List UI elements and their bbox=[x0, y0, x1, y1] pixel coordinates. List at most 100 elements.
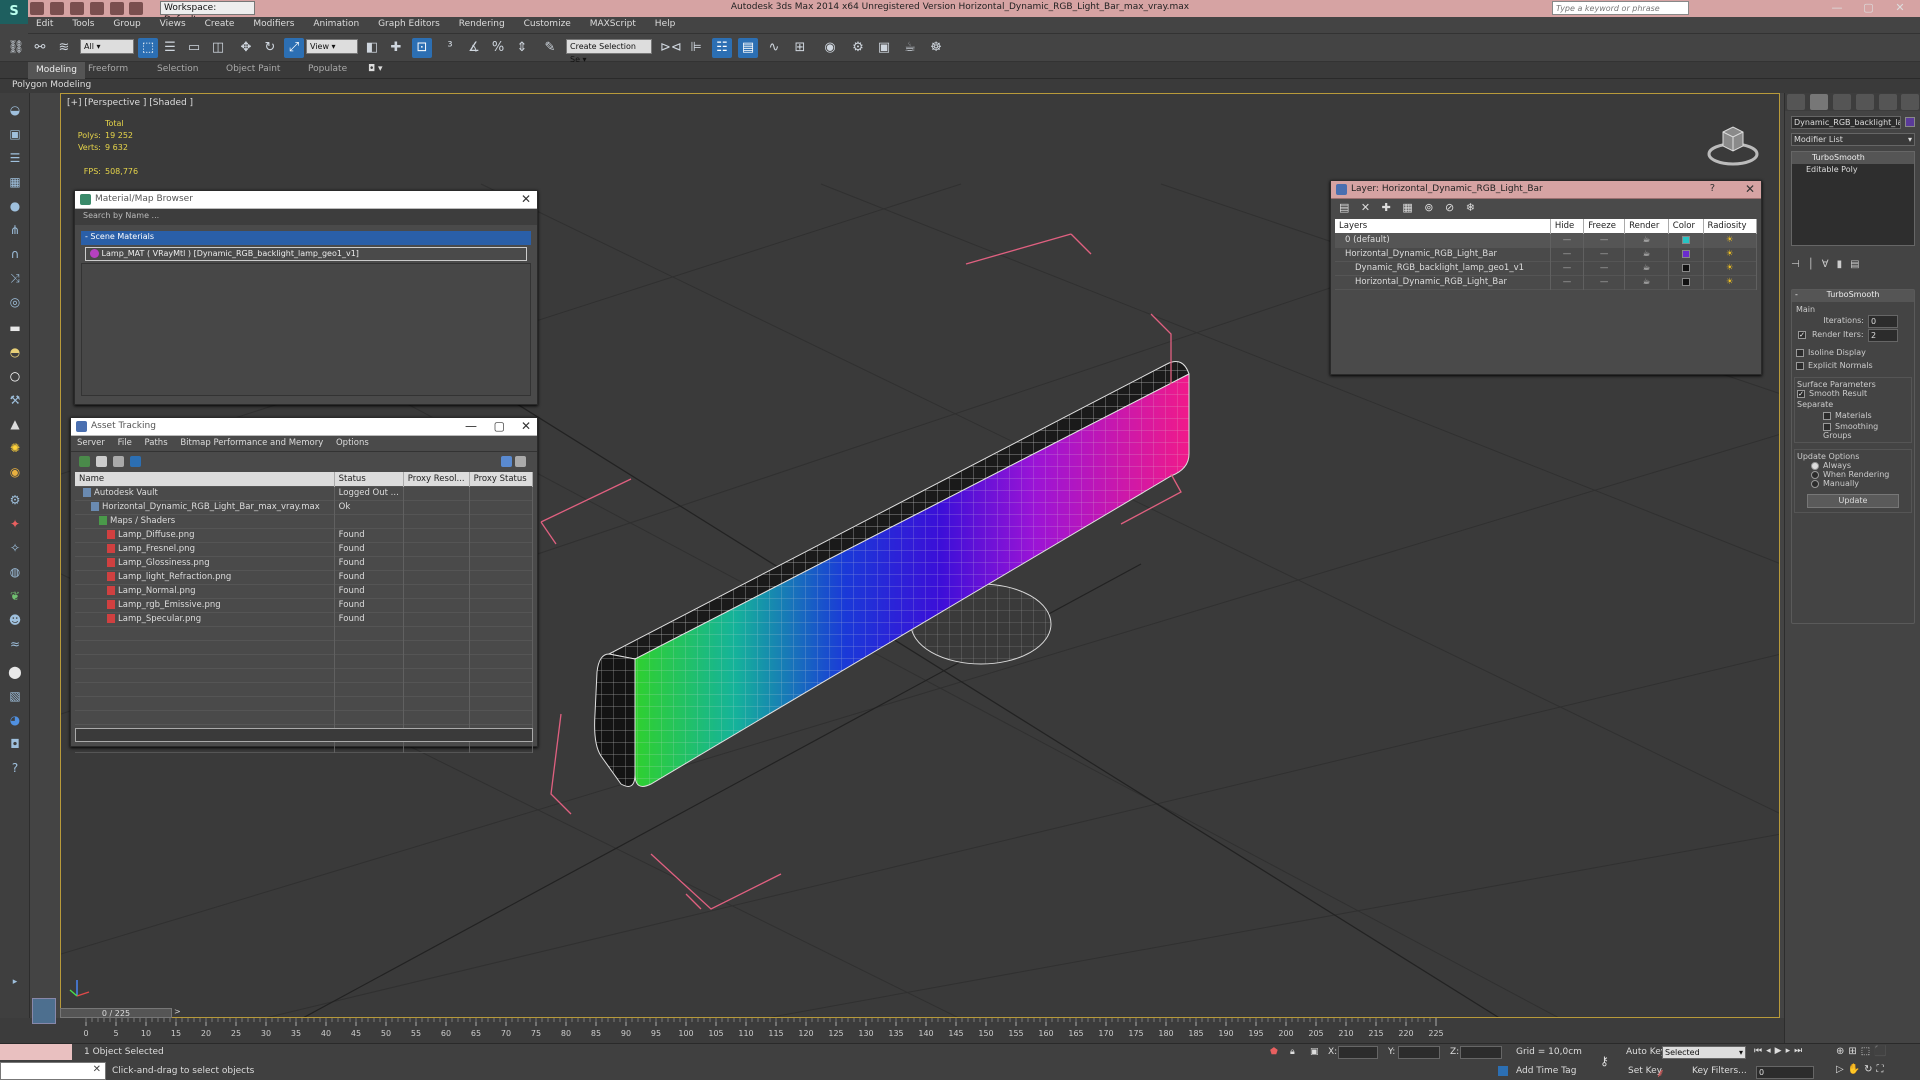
angle-snap-icon[interactable]: ∡ bbox=[464, 38, 484, 58]
layer-col-layers[interactable]: Layers bbox=[1335, 219, 1551, 233]
layer-radiosity-cell[interactable]: ☀ bbox=[1703, 275, 1757, 289]
motion-tab-icon[interactable] bbox=[1855, 94, 1874, 110]
asset-menu-file[interactable]: File bbox=[118, 438, 132, 448]
make-unique-icon[interactable]: ∀ bbox=[1822, 259, 1837, 270]
material-list-item[interactable]: Lamp_MAT ( VRayMtl ) [Dynamic_RGB_backli… bbox=[85, 247, 527, 261]
object-name-field[interactable]: Dynamic_RGB_backlight_lamp bbox=[1791, 116, 1901, 129]
move-icon[interactable]: ✥ bbox=[236, 38, 256, 58]
modifier-stack-turbosmooth[interactable]: TurboSmooth bbox=[1792, 152, 1914, 164]
isoline-display-checkbox[interactable] bbox=[1796, 348, 1804, 357]
pin-stack-icon[interactable]: ⊣ bbox=[1791, 259, 1808, 270]
key-filters-button[interactable]: Key Filters... bbox=[1692, 1066, 1747, 1076]
manually-row[interactable]: Manually bbox=[1797, 479, 1909, 488]
asset-col-status[interactable]: Status bbox=[334, 472, 404, 486]
grid-icon[interactable]: ▦ bbox=[5, 173, 25, 191]
bind-space-warp-icon[interactable]: ≋ bbox=[54, 38, 74, 58]
manually-radio[interactable] bbox=[1811, 479, 1819, 488]
mirror-icon[interactable]: ⊳⊲ bbox=[660, 38, 682, 58]
materials-row[interactable]: Materials bbox=[1797, 411, 1909, 420]
absolute-mode-icon[interactable]: ▣ bbox=[1310, 1047, 1319, 1057]
asset-table-row[interactable]: Lamp_light_Refraction.png Found bbox=[75, 570, 534, 584]
layer-color-cell[interactable] bbox=[1668, 247, 1704, 261]
asset-tracking-minimize-icon[interactable]: — bbox=[465, 419, 477, 433]
light-icon[interactable]: ◉ bbox=[5, 463, 25, 481]
named-selection-set-dropdown[interactable]: Create Selection Se ▾ bbox=[566, 39, 652, 64]
lock-selection-icon[interactable]: 🔒︎ bbox=[1290, 1047, 1295, 1057]
prev-frame-icon[interactable]: ◂ bbox=[1766, 1046, 1775, 1056]
menu-animation[interactable]: Animation bbox=[305, 17, 367, 29]
project-folder-icon[interactable] bbox=[129, 2, 144, 15]
menu-group[interactable]: Group bbox=[105, 17, 148, 29]
pan-icon[interactable]: ✋ bbox=[1848, 1064, 1864, 1075]
menu-help[interactable]: Help bbox=[647, 17, 684, 29]
menu-edit[interactable]: Edit bbox=[28, 17, 61, 29]
select-by-name-icon[interactable]: ☰ bbox=[160, 38, 180, 58]
layer-render-cell[interactable]: ☕ bbox=[1624, 275, 1669, 289]
maxscript-close-icon[interactable]: ✕ bbox=[93, 1064, 101, 1075]
undo-icon[interactable] bbox=[89, 2, 104, 15]
menu-modifiers[interactable]: Modifiers bbox=[245, 17, 302, 29]
asset-table-row[interactable]: Lamp_Specular.png Found bbox=[75, 612, 534, 626]
layer-delete-icon[interactable]: ✕ bbox=[1361, 201, 1370, 214]
menu-create[interactable]: Create bbox=[197, 17, 243, 29]
asset-table-row[interactable]: Lamp_Glossiness.png Found bbox=[75, 556, 534, 570]
orbit-icon[interactable]: ↻ bbox=[1864, 1064, 1876, 1075]
sphere-icon[interactable]: ● bbox=[5, 197, 25, 215]
viewport-label[interactable]: [+] [Perspective ] [Shaded ] bbox=[67, 98, 193, 108]
layer-hide-all-icon[interactable]: ⊘ bbox=[1445, 201, 1454, 214]
current-frame-field[interactable]: 0 bbox=[1756, 1066, 1814, 1079]
menu-graph-editors[interactable]: Graph Editors bbox=[370, 17, 448, 29]
minimize-button[interactable]: — bbox=[1823, 1, 1851, 14]
character-icon[interactable]: ☻ bbox=[5, 611, 25, 629]
asset-menu-bitmap-performance[interactable]: Bitmap Performance and Memory bbox=[180, 438, 323, 448]
hierarchy-tab-icon[interactable] bbox=[1832, 94, 1851, 110]
show-end-result-icon[interactable]: │ bbox=[1808, 259, 1822, 270]
ribbon-panel-polygon-modeling[interactable]: Polygon Modeling bbox=[0, 79, 1920, 93]
spinner-snap-icon[interactable]: ⇕ bbox=[512, 38, 532, 58]
asset-col-proxy-resolution[interactable]: Proxy Resol... bbox=[403, 472, 470, 486]
layer-add-icon[interactable]: ✚ bbox=[1382, 201, 1391, 214]
go-to-end-icon[interactable]: ⏭ bbox=[1794, 1046, 1806, 1056]
time-slider[interactable]: 0 / 225 bbox=[60, 1008, 172, 1018]
modifier-stack-editable-poly[interactable]: Editable Poly bbox=[1792, 164, 1914, 176]
time-tag-icon[interactable] bbox=[1498, 1066, 1508, 1076]
layer-manager-icon[interactable]: ☷ bbox=[712, 38, 732, 58]
display-tab-icon[interactable] bbox=[1878, 94, 1897, 110]
layer-panel-close-icon[interactable]: ✕ bbox=[1745, 182, 1755, 196]
rendered-frame-window-icon[interactable]: ▣ bbox=[874, 38, 894, 58]
reference-coord-dropdown[interactable]: View ▾ bbox=[306, 39, 358, 54]
zoom-icon[interactable]: ⊕ bbox=[1836, 1046, 1848, 1057]
graphite-toolbar-icon[interactable]: ▤ bbox=[738, 38, 758, 58]
ribbon-tab-populate[interactable]: Populate bbox=[308, 64, 347, 74]
viewcube-icon[interactable] bbox=[1705, 114, 1761, 170]
circle-icon[interactable]: ○ bbox=[5, 367, 25, 385]
vray-icon[interactable]: ◕ bbox=[5, 711, 25, 729]
render-production-icon[interactable]: ☕ bbox=[900, 38, 920, 58]
asset-table-row[interactable]: Lamp_Fresnel.png Found bbox=[75, 542, 534, 556]
menu-views[interactable]: Views bbox=[152, 17, 194, 29]
isoline-display-row[interactable]: Isoline Display bbox=[1796, 348, 1910, 357]
zoom-all-icon[interactable]: ⊞ bbox=[1848, 1046, 1860, 1057]
open-file-icon[interactable] bbox=[49, 2, 64, 15]
asset-table-view-icon[interactable] bbox=[129, 456, 141, 467]
asset-table-row[interactable]: Lamp_Diffuse.png Found bbox=[75, 528, 534, 542]
create-tab-icon[interactable] bbox=[1787, 94, 1805, 110]
align-icon[interactable]: ⊫ bbox=[686, 38, 706, 58]
material-editor-icon[interactable]: ◉ bbox=[820, 38, 840, 58]
layer-row[interactable]: Horizontal_Dynamic_RGB_Light_Bar — — ☕ ☀ bbox=[1335, 275, 1757, 289]
redo-icon[interactable] bbox=[109, 2, 124, 15]
tools-icon[interactable]: ⚙ bbox=[5, 491, 25, 509]
modify-tab-icon[interactable] bbox=[1809, 94, 1828, 110]
menu-tools[interactable]: Tools bbox=[64, 17, 102, 29]
layer-row[interactable]: Horizontal_Dynamic_RGB_Light_Bar — — ☕ ☀ bbox=[1335, 247, 1757, 261]
cone-icon[interactable]: ▲ bbox=[5, 415, 25, 433]
plant-icon[interactable]: ❦ bbox=[5, 587, 25, 605]
snaps-toggle-icon[interactable]: ³ bbox=[440, 38, 460, 58]
maximize-viewport-icon[interactable]: ⛶ bbox=[1877, 1064, 1888, 1075]
asset-col-proxy-status[interactable]: Proxy Status bbox=[469, 472, 534, 486]
layer-freeze-cell[interactable]: — bbox=[1583, 247, 1626, 261]
explicit-normals-row[interactable]: Explicit Normals bbox=[1796, 361, 1910, 370]
maximize-button[interactable]: ▢ bbox=[1855, 1, 1883, 14]
timeline-ruler[interactable]: 0 5 10 15 20 25 30 35 40 45 50 55 60 65 70 75 80 85 90 95 10… bbox=[76, 1018, 1776, 1043]
material-search-input[interactable]: Search by Name ... bbox=[75, 209, 537, 225]
